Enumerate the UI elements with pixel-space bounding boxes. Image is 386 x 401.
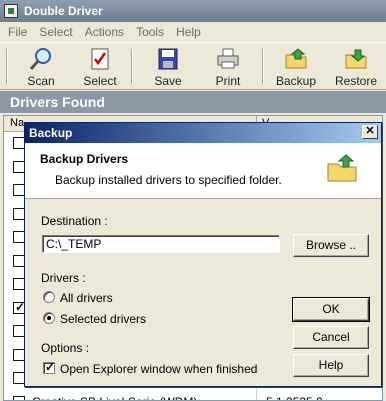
- print-label: Print: [215, 74, 241, 88]
- backup-label: Backup: [275, 74, 317, 88]
- floppy-disk-icon: [158, 48, 178, 70]
- browse-button[interactable]: Browse ..: [293, 234, 369, 257]
- save-label: Save: [154, 74, 182, 88]
- magnifier-icon: [29, 48, 51, 70]
- backup-folder-icon: [327, 154, 357, 182]
- select-label: Select: [83, 74, 117, 88]
- drivers-label: Drivers :: [41, 271, 86, 285]
- print-button[interactable]: Print: [200, 47, 256, 89]
- options-label: Options :: [41, 341, 90, 355]
- toolbar-separator: [6, 49, 8, 85]
- dialog-heading: Backup Drivers: [40, 152, 129, 166]
- destination-input[interactable]: [42, 235, 280, 253]
- ok-button[interactable]: OK: [292, 297, 370, 322]
- row-version: 5.1.2535.0: [266, 395, 323, 401]
- backup-dialog: Backup ✕ Backup Drivers Backup installed…: [24, 122, 382, 387]
- menu-actions[interactable]: Actions: [79, 25, 130, 39]
- dialog-header: Backup Drivers Backup installed drivers …: [25, 143, 381, 199]
- menu-bar: File Select Actions Tools Help: [0, 22, 386, 42]
- all-drivers-label[interactable]: All drivers: [60, 291, 113, 305]
- dialog-title: Backup: [29, 126, 73, 140]
- dialog-titlebar: Backup ✕: [25, 123, 381, 143]
- toolbar-separator: [131, 49, 133, 85]
- save-button[interactable]: Save: [140, 47, 196, 89]
- row-checkbox[interactable]: [13, 395, 25, 400]
- menu-help[interactable]: Help: [170, 25, 207, 39]
- row-name: Creative SB Live! Serie (WDM): [32, 395, 197, 401]
- close-icon[interactable]: ✕: [362, 125, 378, 139]
- toolbar: Scan Select Save Print Backup Restore: [0, 42, 386, 90]
- menu-file[interactable]: File: [2, 25, 33, 39]
- dialog-subheading: Backup installed drivers to specified fo…: [55, 173, 282, 187]
- checklist-icon: [91, 48, 109, 70]
- window-title: Double Driver: [24, 4, 103, 18]
- open-explorer-checkbox[interactable]: [43, 360, 55, 374]
- printer-icon: [217, 48, 239, 69]
- select-button[interactable]: Select: [72, 47, 128, 89]
- selected-drivers-label[interactable]: Selected drivers: [60, 312, 146, 326]
- scan-button[interactable]: Scan: [13, 47, 69, 89]
- table-row[interactable]: Creative SB Live! Serie (WDM) 5.1.2535.0: [4, 391, 382, 401]
- restore-button[interactable]: Restore: [328, 47, 384, 89]
- window-titlebar: Double Driver: [0, 0, 386, 22]
- scan-label: Scan: [27, 74, 55, 88]
- restore-label: Restore: [334, 74, 378, 88]
- menu-select[interactable]: Select: [33, 25, 78, 39]
- app-icon: [4, 4, 18, 18]
- section-header: Drivers Found: [0, 91, 386, 113]
- open-explorer-label[interactable]: Open Explorer window when finished: [60, 362, 257, 376]
- help-button[interactable]: Help: [293, 354, 369, 377]
- all-drivers-radio[interactable]: [43, 291, 55, 303]
- backup-folder-icon: [285, 48, 307, 69]
- cancel-button[interactable]: Cancel: [293, 326, 369, 349]
- column-header-name[interactable]: Na: [10, 117, 24, 129]
- selected-drivers-radio[interactable]: [43, 312, 55, 324]
- restore-folder-icon: [345, 49, 367, 69]
- menu-tools[interactable]: Tools: [130, 25, 170, 39]
- backup-button[interactable]: Backup: [268, 47, 324, 89]
- destination-label: Destination :: [41, 214, 108, 228]
- toolbar-separator: [262, 49, 264, 85]
